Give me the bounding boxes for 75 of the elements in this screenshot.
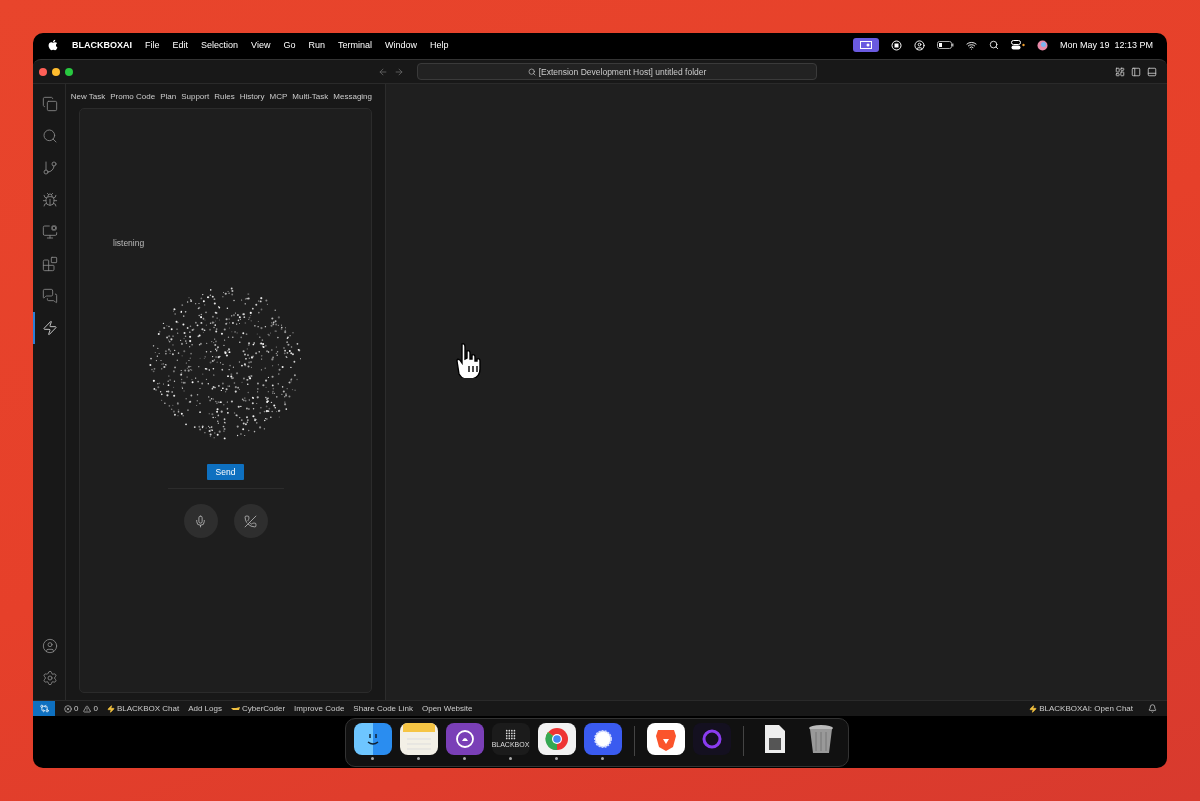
face-app-icon[interactable] (353, 722, 392, 755)
pointing-hand-icon (230, 705, 240, 712)
assistant-orb-icon[interactable] (1036, 39, 1048, 51)
app-name[interactable]: BLACKBOXAI (72, 40, 132, 50)
menu-item[interactable]: Go (283, 40, 296, 50)
lion-app-icon[interactable] (646, 722, 685, 755)
layout-icon[interactable] (1115, 66, 1125, 77)
status-bar-item[interactable]: Add Logs (188, 704, 222, 713)
settings-icon[interactable] (42, 670, 58, 686)
remote-button[interactable] (33, 701, 55, 716)
zoom-window-button[interactable] (65, 67, 73, 76)
bubble-app-icon[interactable] (583, 722, 622, 755)
status-bar-item[interactable]: Open Website (421, 704, 473, 713)
monitor-icon (42, 224, 58, 240)
lightning-icon (42, 320, 58, 336)
menu-item[interactable]: Window (384, 40, 417, 50)
status-bar-item[interactable]: Share Code Link (353, 704, 413, 713)
account-icon[interactable] (42, 638, 58, 654)
warning-icon (83, 704, 92, 713)
control-center-icon[interactable] (1010, 40, 1025, 50)
user-icon[interactable] (913, 39, 925, 51)
problems-indicator[interactable]: 0 0 (64, 704, 98, 713)
nav-tab[interactable]: Support (181, 91, 210, 101)
status-bar-item[interactable]: BLACKBOX Chat (106, 704, 180, 713)
nav-tab[interactable]: Plan (160, 91, 177, 101)
menu-item[interactable]: Selection (201, 40, 239, 50)
menu-item[interactable]: Terminal (337, 40, 372, 50)
minimize-window-button[interactable] (52, 67, 60, 76)
apple-logo-icon[interactable] (47, 39, 59, 51)
status-bar-item[interactable]: Improve Code (294, 704, 345, 713)
notifications-bell-icon[interactable] (1148, 704, 1157, 713)
nav-tab[interactable]: Rules (214, 91, 235, 101)
menu-bar-clock[interactable]: Mon May 19 12:13 PM (1059, 40, 1153, 50)
hang-up-button[interactable] (233, 504, 268, 538)
record-icon[interactable] (890, 39, 902, 51)
search-icon (42, 128, 58, 144)
menu-item[interactable]: Edit (172, 40, 189, 50)
nav-tab[interactable]: New Task (70, 91, 106, 101)
notes-app-icon[interactable] (399, 722, 438, 755)
command-center-search[interactable]: [Extension Development Host] untitled folder (417, 63, 817, 80)
nav-tab[interactable]: Messaging (333, 91, 372, 101)
menu-item[interactable]: Run (308, 40, 325, 50)
menu-item[interactable]: View (251, 40, 271, 50)
files-icon (42, 96, 58, 112)
send-button[interactable]: Send (206, 464, 245, 480)
status-bar-item[interactable]: CyberCoder (230, 704, 286, 713)
toggle-panel-icon[interactable] (1147, 66, 1157, 77)
lightning-icon (106, 704, 115, 713)
lightning-icon (1029, 704, 1038, 713)
nav-tab[interactable]: MCP (269, 91, 288, 101)
microphone-button[interactable] (183, 504, 218, 538)
screen-share-indicator[interactable] (852, 38, 879, 52)
wifi-icon[interactable] (965, 39, 977, 51)
close-window-button[interactable] (39, 67, 47, 76)
battery-icon[interactable] (936, 41, 954, 49)
microphone-icon (194, 514, 207, 528)
branch-icon (42, 160, 58, 176)
chat-icon (42, 288, 58, 304)
nav-tab[interactable]: Multi-Task (292, 91, 329, 101)
ring-app-icon[interactable] (692, 722, 731, 755)
toggle-sidebar-icon[interactable] (1131, 66, 1141, 77)
wheel-app-icon[interactable] (537, 722, 576, 755)
menu-item[interactable]: Help (430, 40, 449, 50)
bug-icon (42, 192, 58, 208)
remote-icon (39, 704, 49, 713)
menu-item[interactable]: File (145, 40, 160, 50)
nav-tab[interactable]: History (239, 91, 265, 101)
search-icon[interactable] (988, 40, 999, 50)
nav-tab[interactable]: Promo Code (110, 91, 156, 101)
error-icon (64, 704, 72, 713)
open-chat-status-item[interactable]: BLACKBOXAI: Open Chat (1029, 704, 1133, 713)
blocks-icon (42, 256, 58, 272)
search-icon (527, 67, 536, 76)
listening-status: listening (113, 238, 145, 248)
phone-off-icon (244, 514, 257, 528)
